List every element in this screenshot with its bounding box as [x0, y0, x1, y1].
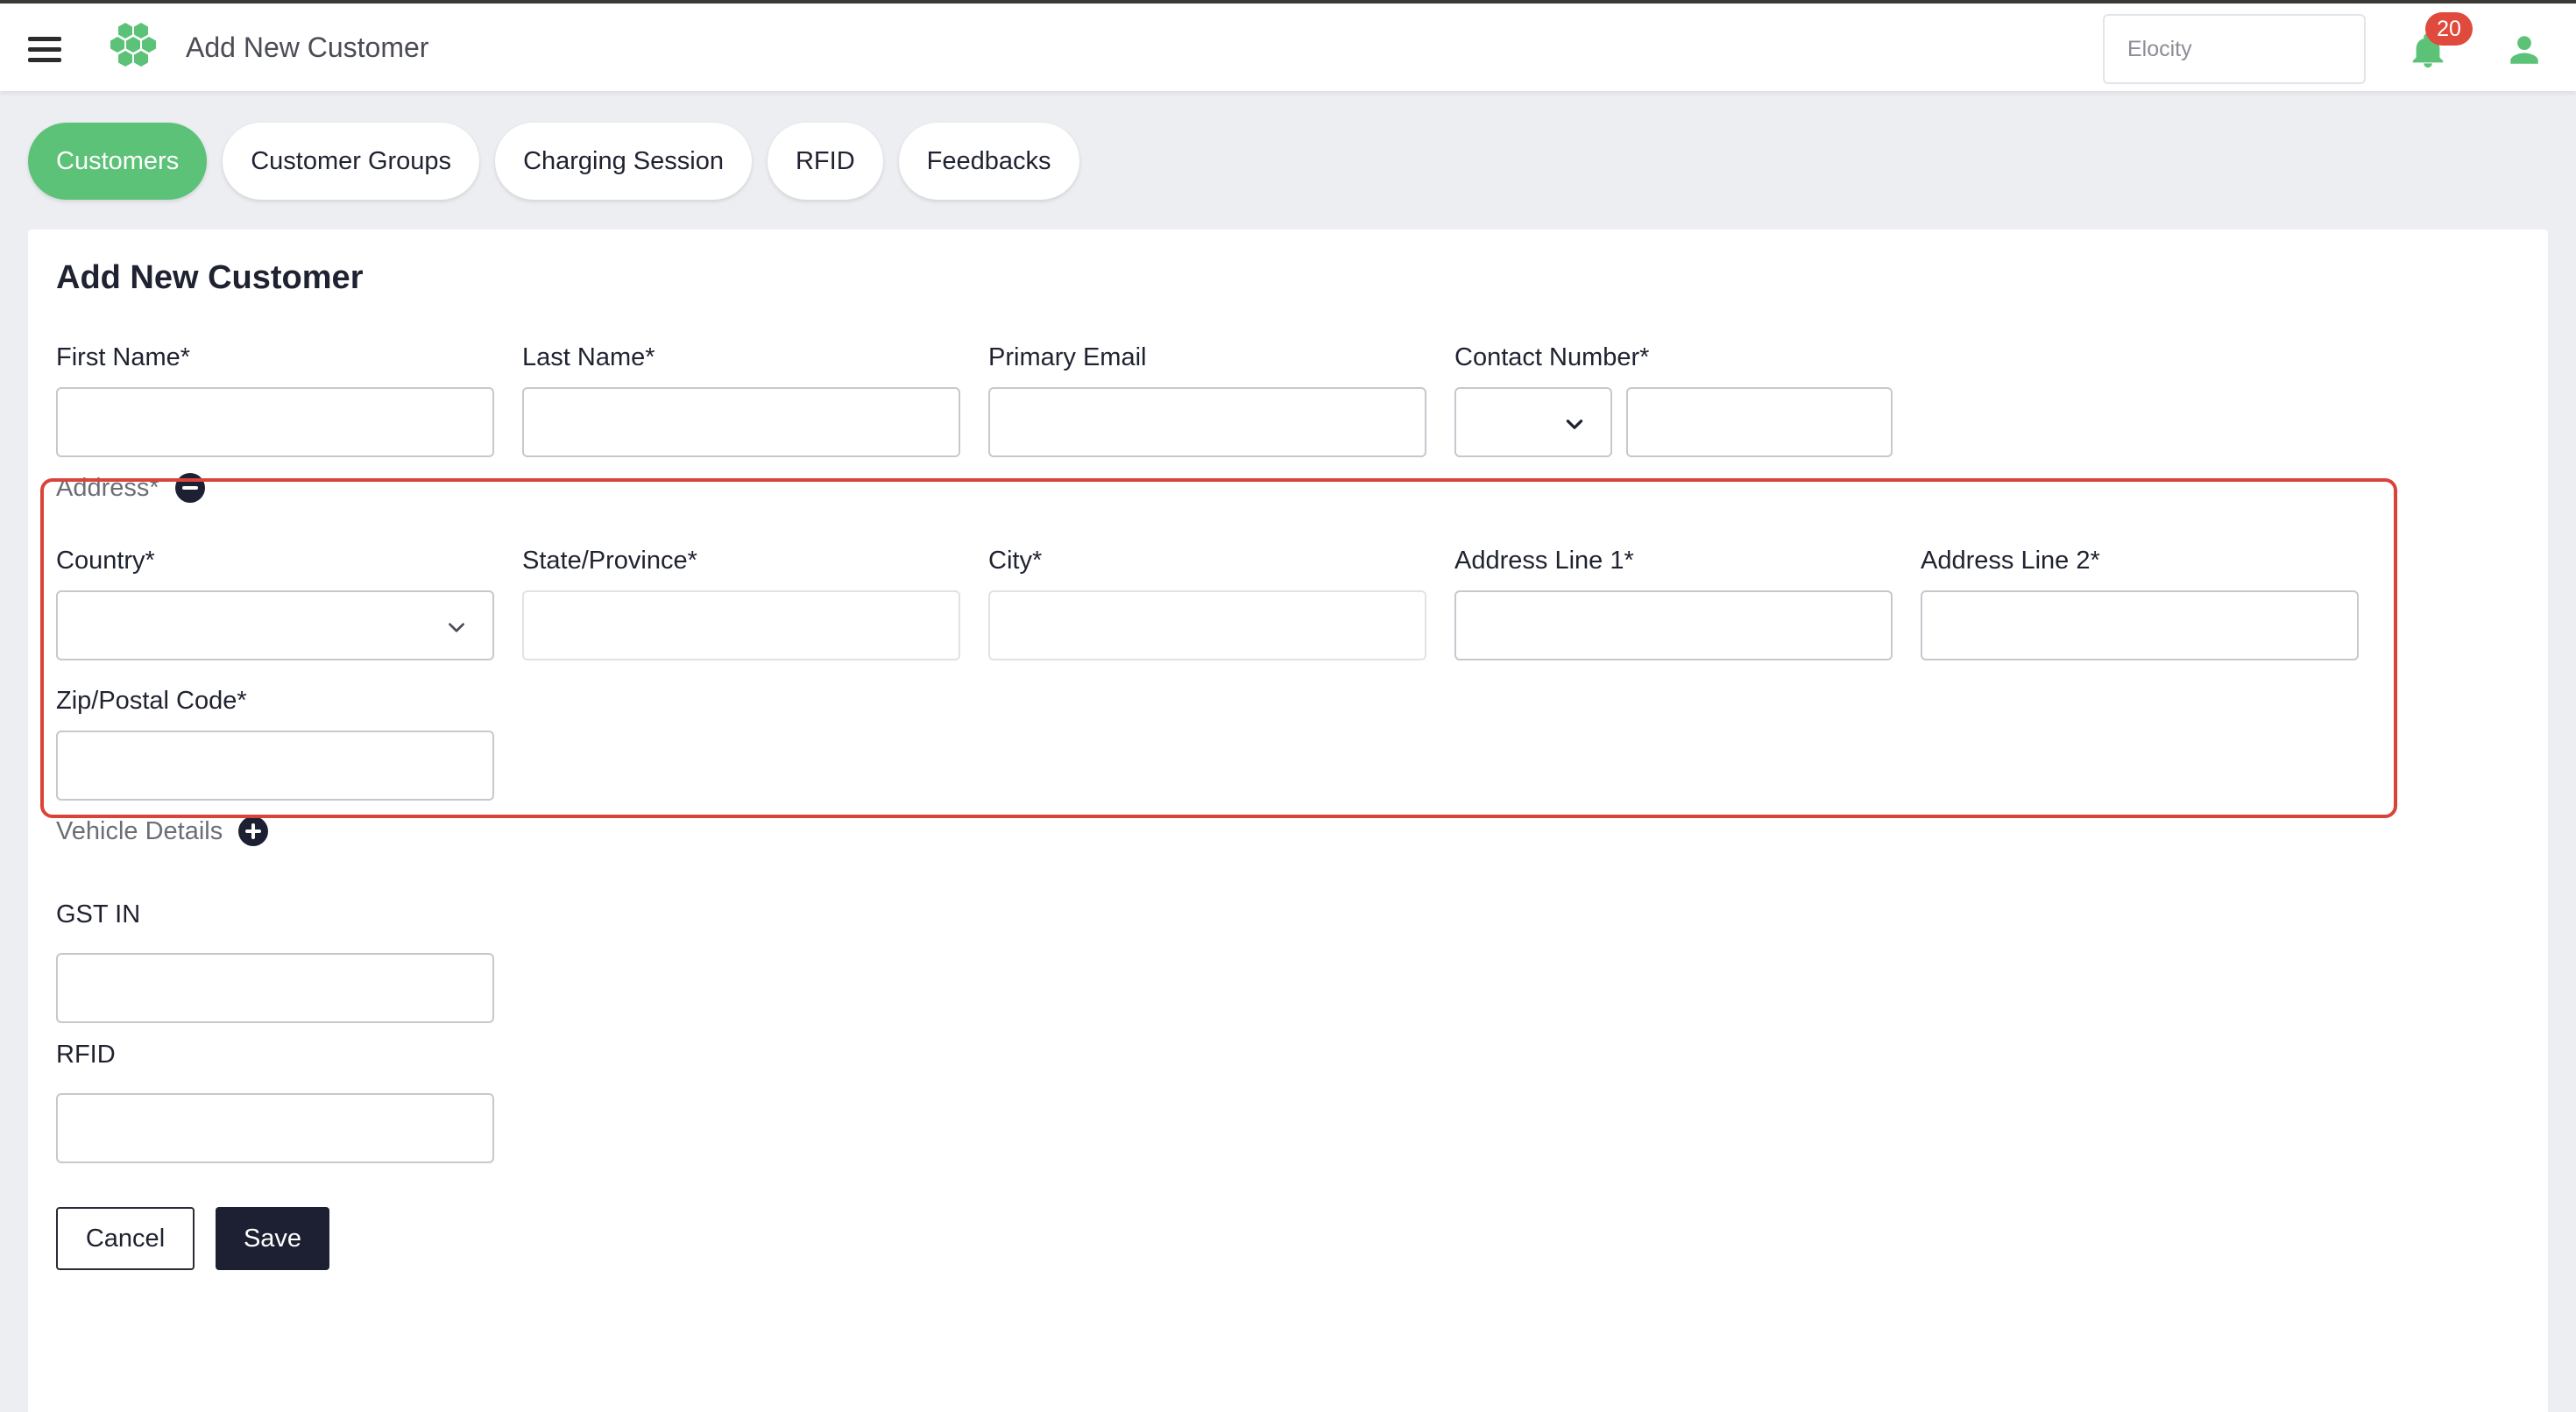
minus-circle-icon[interactable] [174, 473, 205, 503]
city-label: City* [988, 547, 1043, 575]
address-line1-label: Address Line 1* [1454, 547, 1634, 575]
chevron-down-icon [1566, 420, 1583, 429]
form-card: Add New Customer First Name* Last Name* … [28, 229, 2548, 1412]
country-select[interactable] [56, 590, 494, 660]
user-icon[interactable] [2506, 32, 2543, 68]
state-input[interactable] [522, 590, 960, 660]
zip-label: Zip/Postal Code* [56, 687, 247, 715]
primary-email-label: Primary Email [988, 343, 1147, 371]
contact-number-label: Contact Number* [1454, 343, 1650, 371]
tab-customers[interactable]: Customers [28, 123, 208, 200]
country-label: Country* [56, 547, 155, 575]
country-code-select[interactable] [1454, 387, 1612, 457]
search-input[interactable] [2103, 14, 2366, 84]
hexagon-cluster-logo [110, 23, 156, 67]
last-name-input[interactable] [522, 387, 960, 457]
last-name-label: Last Name* [522, 343, 655, 371]
address-line2-label: Address Line 2* [1921, 547, 2100, 575]
city-input[interactable] [988, 590, 1426, 660]
contact-number-input[interactable] [1626, 387, 1893, 457]
form-title: Add New Customer [56, 259, 364, 296]
tab-customer-groups[interactable]: Customer Groups [223, 123, 480, 200]
rfid-input[interactable] [56, 1093, 494, 1163]
gst-input[interactable] [56, 953, 494, 1023]
hamburger-menu-icon[interactable] [28, 30, 70, 68]
first-name-label: First Name* [56, 343, 191, 371]
first-name-input[interactable] [56, 387, 494, 457]
gst-label: GST IN [56, 900, 141, 928]
chevron-down-icon [449, 623, 464, 632]
plus-circle-icon[interactable] [238, 816, 269, 846]
tab-rfid[interactable]: RFID [767, 123, 883, 200]
vehicle-section-header: Vehicle Details [56, 816, 269, 846]
rfid-label: RFID [56, 1041, 116, 1069]
cancel-button[interactable]: Cancel [56, 1207, 195, 1270]
notification-badge: 20 [2425, 12, 2473, 46]
vehicle-section-label: Vehicle Details [56, 816, 223, 845]
app-title: Add New Customer [186, 32, 429, 63]
app-header: Add New Customer 20 [0, 4, 2576, 91]
primary-email-input[interactable] [988, 387, 1426, 457]
address-line1-input[interactable] [1454, 590, 1893, 660]
tab-charging-session[interactable]: Charging Session [495, 123, 752, 200]
address-line2-input[interactable] [1921, 590, 2359, 660]
address-section-header: Address* [56, 473, 205, 503]
save-button[interactable]: Save [216, 1207, 329, 1270]
state-label: State/Province* [522, 547, 697, 575]
tab-feedbacks[interactable]: Feedbacks [898, 123, 1079, 200]
zip-input[interactable] [56, 731, 494, 801]
tab-bar: Customers Customer Groups Charging Sessi… [28, 123, 1079, 200]
address-section-label: Address* [56, 473, 159, 502]
